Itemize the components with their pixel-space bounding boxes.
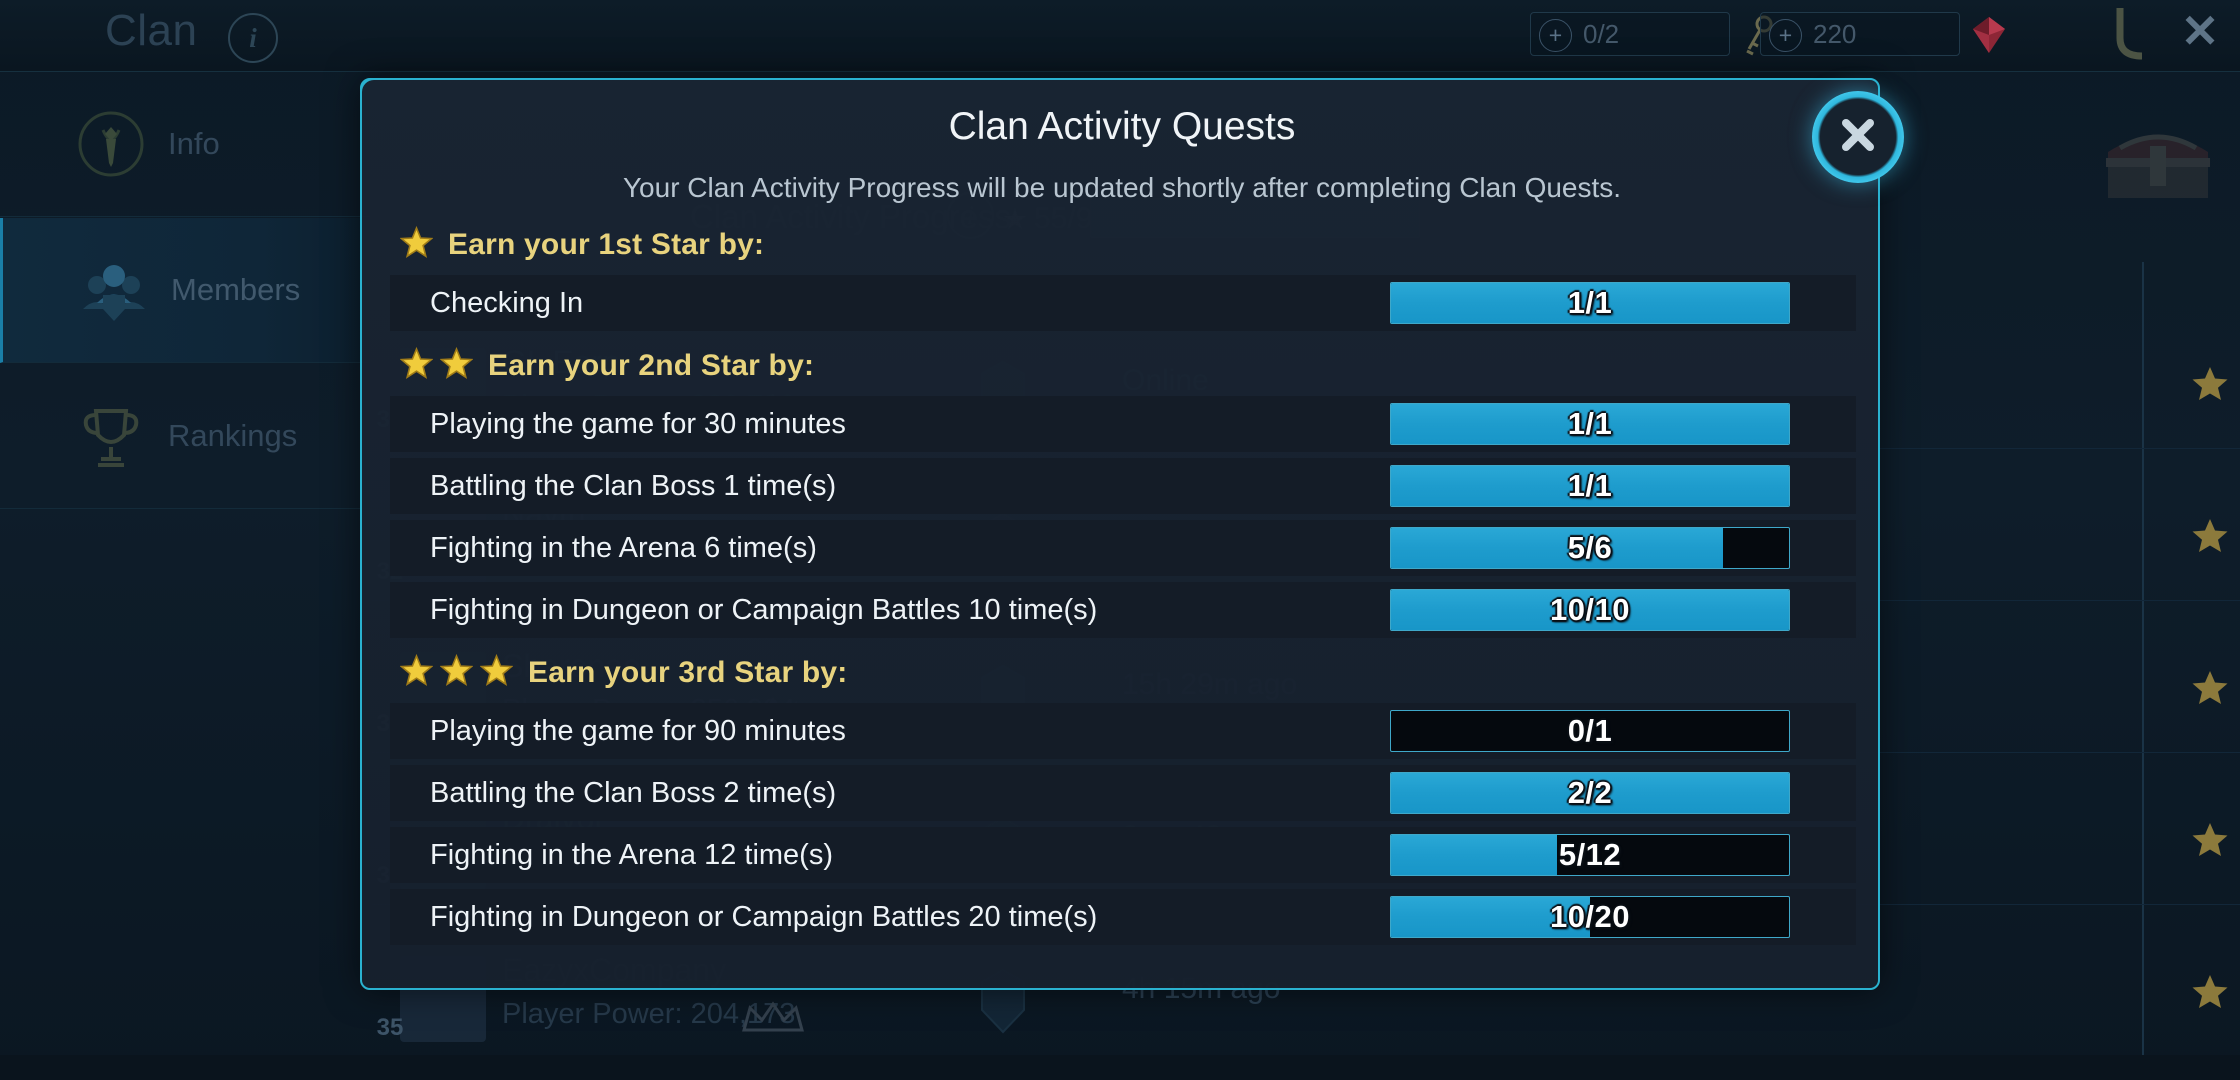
member-activity-stars	[2190, 668, 2240, 708]
star-section-header: Earn your 2nd Star by:	[390, 342, 1856, 390]
crown-icon	[740, 1000, 806, 1036]
quest-progress-text: 1/1	[1567, 468, 1613, 503]
quest-label: Fighting in Dungeon or Campaign Battles …	[430, 900, 1098, 933]
gem-icon	[1961, 13, 2017, 57]
sidebar-item-label: Members	[171, 272, 301, 307]
sidebar-item-rankings[interactable]: Rankings	[0, 364, 370, 509]
quest-progress-bar: 1/1	[1390, 465, 1790, 507]
quest-label: Playing the game for 30 minutes	[430, 407, 846, 440]
quest-progress-text: 1/1	[1567, 406, 1613, 441]
quest-row[interactable]: Battling the Clan Boss 1 time(s) 1/1	[390, 458, 1856, 514]
bottom-bar	[0, 1055, 2240, 1080]
star-icon	[399, 346, 434, 385]
star-section-label: Earn your 3rd Star by:	[528, 656, 848, 689]
treasure-chest-icon[interactable]	[2098, 112, 2218, 204]
quest-progress-bar: 1/1	[1390, 282, 1790, 324]
member-activity-stars	[2190, 820, 2240, 860]
star-icon	[399, 653, 434, 692]
quest-progress-bar: 5/12	[1390, 834, 1790, 876]
sidebar-item-info[interactable]: Info	[0, 72, 370, 217]
quest-label: Playing the game for 90 minutes	[430, 714, 846, 747]
quest-row[interactable]: Fighting in Dungeon or Campaign Battles …	[390, 582, 1856, 638]
quest-progress-text: 10/10	[1549, 592, 1631, 627]
hook-decoration-icon	[2100, 4, 2160, 66]
quest-progress-bar: 1/1	[1390, 403, 1790, 445]
star-section-label: Earn your 1st Star by:	[448, 228, 765, 261]
modal-subtitle: Your Clan Activity Progress will be upda…	[622, 172, 1622, 203]
quest-row[interactable]: Fighting in Dungeon or Campaign Battles …	[390, 889, 1856, 945]
keys-value: 0/2	[1583, 18, 1620, 49]
quest-progress-text: 10/20	[1549, 899, 1631, 934]
star-section-label: Earn your 2nd Star by:	[488, 349, 815, 382]
member-activity-stars	[2190, 516, 2240, 556]
quest-label: Battling the Clan Boss 1 time(s)	[430, 469, 837, 502]
quest-label: Battling the Clan Boss 2 time(s)	[430, 776, 837, 809]
quest-progress-bar: 2/2	[1390, 772, 1790, 814]
quest-row[interactable]: Playing the game for 30 minutes 1/1	[390, 396, 1856, 452]
star-section-header: Earn your 3rd Star by:	[390, 649, 1856, 697]
page-title: Clan	[105, 6, 198, 55]
quest-progress-text: 1/1	[1567, 285, 1613, 320]
quest-label: Fighting in Dungeon or Campaign Battles …	[430, 593, 1098, 626]
close-screen-button[interactable]: ✕	[2176, 8, 2224, 56]
clan-activity-quests-modal: Clan Activity Quests Your Clan Activity …	[360, 78, 1904, 990]
gems-value: 220	[1813, 18, 1857, 49]
currency-keys[interactable]: + 0/2	[1530, 12, 1773, 56]
quest-progress-text: 5/12	[1558, 837, 1622, 872]
star-group	[399, 653, 514, 692]
quest-label: Checking In	[430, 286, 584, 319]
trophy-icon	[72, 397, 150, 475]
star-icon	[439, 653, 474, 692]
info-icon[interactable]: i	[228, 13, 278, 63]
member-activity-stars	[2190, 972, 2240, 1012]
add-gems-button[interactable]: +	[1769, 19, 1802, 52]
top-bar: Clan i + 0/2 + 220 ✕	[0, 0, 2240, 72]
close-icon	[1834, 111, 1882, 164]
star-icon	[479, 653, 514, 692]
quest-row[interactable]: Fighting in the Arena 12 time(s) 5/12	[390, 827, 1856, 883]
add-keys-button[interactable]: +	[1539, 19, 1572, 52]
game-screen: Clan i + 0/2 + 220 ✕ Info Members Rankin…	[0, 0, 2240, 1080]
star-icon	[439, 346, 474, 385]
quest-progress-bar: 10/20	[1390, 896, 1790, 938]
currency-gems[interactable]: + 220	[1760, 12, 2005, 56]
quest-progress-text: 0/1	[1567, 713, 1613, 748]
quest-progress-bar: 0/1	[1390, 710, 1790, 752]
sidebar: Info Members Rankings	[0, 72, 370, 1080]
quest-row[interactable]: Checking In 1/1	[390, 275, 1856, 331]
star-icon	[399, 225, 434, 264]
quest-row[interactable]: Playing the game for 90 minutes 0/1	[390, 703, 1856, 759]
star-group	[399, 346, 474, 385]
close-modal-button[interactable]	[1812, 91, 1904, 183]
member-activity-stars	[2190, 364, 2240, 404]
sidebar-item-label: Info	[168, 126, 220, 161]
quest-progress-text: 2/2	[1567, 775, 1613, 810]
quest-label: Fighting in the Arena 12 time(s)	[430, 838, 833, 871]
sidebar-item-label: Rankings	[168, 418, 298, 453]
quest-progress-bar: 10/10	[1390, 589, 1790, 631]
quest-progress-bar: 5/6	[1390, 527, 1790, 569]
quest-label: Fighting in the Arena 6 time(s)	[430, 531, 817, 564]
quest-row[interactable]: Fighting in the Arena 6 time(s) 5/6	[390, 520, 1856, 576]
sidebar-item-members[interactable]: Members	[0, 218, 370, 363]
star-section-header: Earn your 1st Star by:	[390, 221, 1856, 269]
quest-progress-text: 5/6	[1567, 530, 1613, 565]
member-level-badge: 35	[376, 1014, 404, 1041]
quest-list[interactable]: Earn your 1st Star by: Checking In 1/1 Earn…	[390, 210, 1856, 970]
members-group-icon	[75, 251, 153, 329]
modal-title: Clan Activity Quests	[948, 105, 1296, 148]
quest-row[interactable]: Battling the Clan Boss 2 time(s) 2/2	[390, 765, 1856, 821]
info-banner-icon	[72, 105, 150, 183]
star-group	[399, 225, 434, 264]
